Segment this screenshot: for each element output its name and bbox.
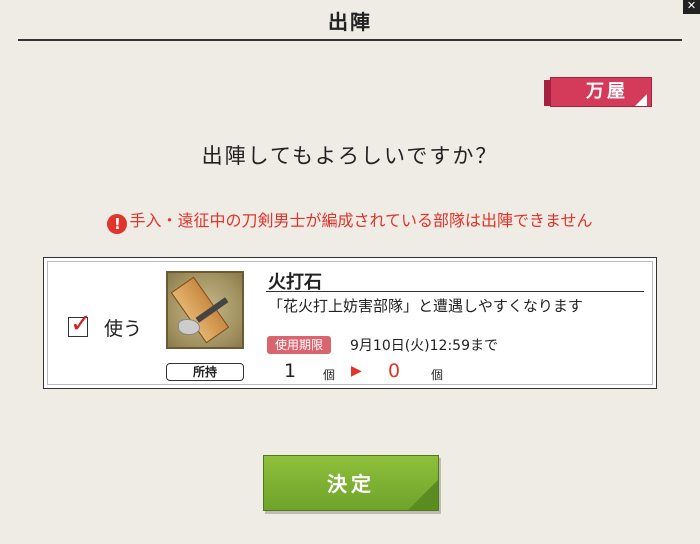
count-unit-after: 個 [431,368,444,382]
shop-label: 万屋 [586,81,628,102]
confirm-label: 決定 [327,472,375,496]
sortie-question: 出陣してもよろしいですか？ [201,144,499,168]
whetstone-item-icon [166,271,244,349]
close-icon[interactable]: ✕ [683,0,700,14]
expiry-date: 9月10日(火)12:59まで [350,338,498,354]
warning-message: ! 手入・遠征中の刀剣男士が編成されている部隊は出陣できません [0,207,700,234]
shop-button[interactable]: 万屋 [544,74,660,110]
owned-label: 所持 [166,363,244,381]
flint-block-icon [170,276,230,344]
count-unit-current: 個 [323,368,336,382]
item-panel-inner: ✓ 使う 火打石 「花火打上妨害部隊」と遭遇しやすくなります 使用期限 9月10… [47,261,653,385]
exclamation-icon: ! [107,214,128,234]
item-description: 「花火打上妨害部隊」と遭遇しやすくなります [268,297,583,315]
expiry-badge: 使用期限 [267,336,331,354]
use-item-label[interactable]: 使う [104,314,142,341]
use-item-checkbox[interactable]: ✓ [68,309,92,339]
item-panel: ✓ 使う 火打石 「花火打上妨害部隊」と遭遇しやすくなります 使用期限 9月10… [43,257,657,389]
title-divider [18,39,682,41]
warning-text: 手入・遠征中の刀剣男士が編成されている部隊は出陣できません [129,211,593,230]
arrow-right-icon: ▶ [351,363,362,379]
shop-tag: 万屋 [550,77,652,107]
checkmark-icon: ✓ [70,309,92,339]
stone-icon [178,319,200,335]
owned-count-after: 0 [388,360,401,382]
dialog-title: 出陣 [328,10,372,34]
confirm-button[interactable]: 決定 [263,455,439,511]
owned-count-current: 1 [284,360,297,382]
item-name-divider [266,291,644,292]
